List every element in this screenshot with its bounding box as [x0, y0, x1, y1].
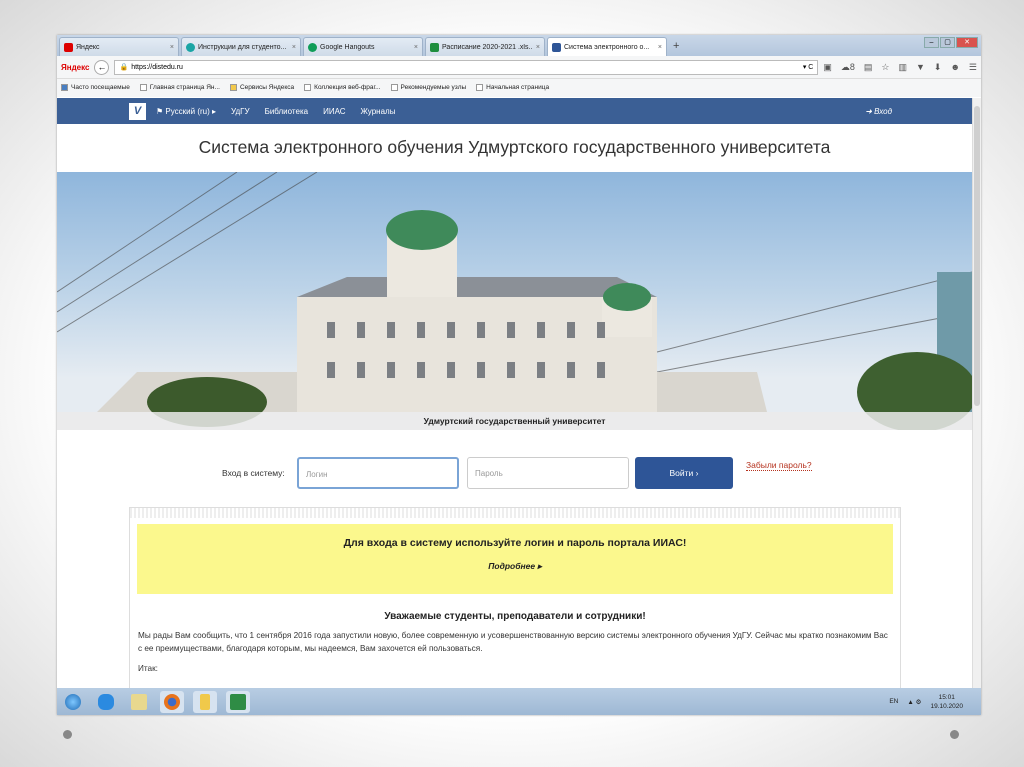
distedu-icon: [552, 42, 561, 52]
new-tab-button[interactable]: +: [673, 40, 679, 52]
more-link[interactable]: Подробнее ▸: [137, 561, 893, 572]
notepad-icon[interactable]: [127, 691, 151, 713]
forgot-password-link[interactable]: Забыли пароль?: [746, 460, 812, 471]
slide-dot-left: [63, 730, 72, 739]
close-icon[interactable]: ×: [292, 44, 296, 51]
site-navbar: V ⚑ Русский (ru) ▸ УдГУ Библиотека ИИАС …: [57, 98, 972, 124]
bookmark-item[interactable]: Часто посещаемые: [61, 84, 130, 92]
nav-iias[interactable]: ИИАС: [323, 107, 345, 116]
tab-bar: Яндекс × Инструкции для студенто... × Goog…: [57, 35, 981, 56]
pocket-icon[interactable]: ▼: [916, 62, 925, 73]
welcome-paragraph: Мы рады Вам сообщить, что 1 сентября 201…: [138, 631, 888, 653]
info-card: Для входа в систему используйте логин и …: [129, 507, 901, 697]
tray-icon[interactable]: ▲ ⚙: [907, 698, 921, 706]
star-icon[interactable]: ☆: [881, 62, 889, 73]
bookmark-item[interactable]: Начальная страница: [476, 84, 549, 92]
nav-library[interactable]: Библиотека: [265, 107, 309, 116]
close-icon[interactable]: ×: [658, 44, 662, 51]
clock[interactable]: 15:01 19.10.2020: [930, 693, 963, 711]
login-button[interactable]: Войти ›: [635, 457, 733, 489]
nav-udsu[interactable]: УдГУ: [231, 107, 250, 116]
hangouts-icon: [308, 42, 317, 52]
banner-caption: Удмуртский государственный университет: [57, 412, 972, 430]
reader-icon[interactable]: ▤: [864, 62, 873, 73]
firefox-icon[interactable]: [160, 690, 184, 713]
extension-icon[interactable]: ▣: [823, 62, 832, 73]
maximize-button[interactable]: ▢: [940, 37, 955, 48]
bookmark-item[interactable]: Коллекция веб-фраг...: [304, 84, 381, 92]
menu-icon[interactable]: ☰: [969, 62, 977, 73]
yandex-logo[interactable]: Яндекс: [61, 63, 89, 72]
notice-box: Для входа в систему используйте логин и …: [137, 524, 893, 594]
udsu-logo[interactable]: V: [129, 102, 146, 120]
notice-text: Для входа в систему используйте логин и …: [343, 537, 687, 549]
folder-icon[interactable]: [193, 690, 217, 713]
university-banner: Удмуртский государственный университет: [57, 172, 972, 430]
sheets-icon: [430, 42, 439, 52]
tab-hangouts[interactable]: Google Hangouts ×: [303, 37, 423, 56]
bookmarks-bar: Часто посещаемые Главная страница Ян... …: [57, 79, 981, 97]
tab-distedu[interactable]: Система электронного о... ×: [547, 37, 667, 56]
address-toolbar: Яндекс ← 🔒 https://distedu.ru ▾ C ▣ ☁8 ▤ ☆ ▥ ▼ ⬇…: [57, 56, 981, 79]
close-icon[interactable]: ×: [414, 44, 418, 51]
yandex-icon: [64, 42, 73, 52]
bookmark-item[interactable]: Главная страница Ян...: [139, 84, 220, 92]
back-button[interactable]: ←: [94, 59, 110, 75]
close-window-button[interactable]: ✕: [956, 37, 978, 48]
bookmark-item[interactable]: Сервисы Яндекса: [229, 84, 294, 92]
language-indicator[interactable]: EN: [889, 698, 898, 705]
language-menu[interactable]: ⚑ Русский (ru) ▸: [156, 107, 216, 116]
browser-screenshot: Яндекс × Инструкции для студенто... × Goog…: [57, 35, 981, 715]
windows-taskbar: EN ▲ ⚙ 15:01 19.10.2020: [57, 688, 981, 715]
close-icon[interactable]: ×: [170, 44, 174, 51]
welcome-heading: Уважаемые студенты, преподаватели и сотр…: [384, 611, 646, 622]
login-label: Вход в систему:: [222, 468, 285, 478]
tab-yandex[interactable]: Яндекс ×: [59, 37, 179, 56]
tab-instructions[interactable]: Инструкции для студенто... ×: [181, 37, 301, 56]
cloud-icon[interactable]: ☁8: [841, 62, 855, 73]
download-icon[interactable]: ⬇: [934, 62, 942, 73]
bookmark-item[interactable]: Рекомендуемые узлы: [390, 84, 466, 92]
university-building-photo: [57, 172, 972, 430]
page-title: Система электронного обучения Удмуртског…: [198, 137, 831, 157]
password-input[interactable]: Пароль: [467, 457, 629, 489]
username-input[interactable]: Логин: [297, 457, 459, 489]
excel-icon[interactable]: [226, 690, 250, 713]
url-bar[interactable]: 🔒 https://distedu.ru ▾ C: [114, 59, 819, 75]
minimize-button[interactable]: –: [924, 37, 939, 48]
close-icon[interactable]: ×: [536, 44, 540, 51]
page-scrollbar[interactable]: [972, 98, 981, 688]
itak-text: Итак:: [138, 664, 158, 673]
login-link[interactable]: ➜ Вход: [865, 107, 892, 116]
ie-icon[interactable]: [94, 691, 118, 713]
site-icon: [186, 42, 195, 52]
slide-dot-right: [950, 730, 959, 739]
reload-icon[interactable]: ▾ C: [803, 63, 814, 71]
account-icon[interactable]: ☻: [950, 62, 959, 73]
start-button[interactable]: [61, 691, 85, 713]
login-form: Вход в систему: Логин Пароль Войти › Заб…: [57, 457, 972, 489]
tab-schedule[interactable]: Расписание 2020-2021 .xls... ×: [425, 37, 545, 56]
nav-journals[interactable]: Журналы: [361, 107, 396, 116]
clipboard-icon[interactable]: ▥: [898, 62, 907, 73]
lock-icon: 🔒: [119, 64, 129, 71]
